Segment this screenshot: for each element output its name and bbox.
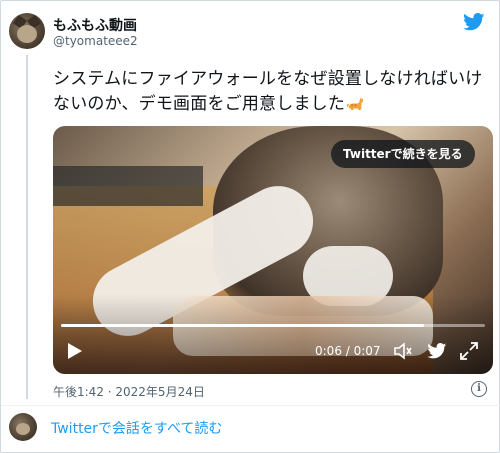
fullscreen-expand-icon[interactable] bbox=[459, 341, 479, 361]
play-icon[interactable] bbox=[65, 342, 83, 360]
author-handle[interactable]: @tyomateee2 bbox=[53, 34, 138, 48]
cat-emoji-icon bbox=[347, 97, 364, 111]
twitter-bird-icon[interactable] bbox=[427, 343, 447, 359]
divider bbox=[1, 405, 500, 406]
video-progress-fill bbox=[61, 324, 425, 327]
video-progress-bar[interactable] bbox=[61, 324, 485, 327]
watch-on-twitter-button[interactable]: Twitterで続きを見る bbox=[331, 140, 475, 168]
reply-avatar[interactable] bbox=[9, 413, 37, 441]
author-name[interactable]: もふもふ動画 bbox=[53, 15, 137, 35]
tweet-timestamp[interactable]: 午後1:42 · 2022年5月24日 bbox=[53, 383, 205, 400]
tweet-text: システムにファイアウォールをなぜ設置しなければいけないのか、デモ画面をご用意しま… bbox=[53, 67, 493, 117]
video-frame-lid bbox=[53, 166, 203, 206]
read-conversation-link[interactable]: Twitterで会話をすべて読む bbox=[51, 418, 222, 438]
video-time: 0:06 / 0:07 bbox=[315, 344, 381, 358]
author-avatar[interactable] bbox=[9, 13, 45, 49]
video-player[interactable]: Twitterで続きを見る 0:06 / 0:07 bbox=[53, 126, 493, 374]
info-icon[interactable]: i bbox=[471, 381, 487, 397]
tweet-body: システムにファイアウォールをなぜ設置しなければいけないのか、デモ画面をご用意しま… bbox=[53, 69, 483, 114]
twitter-bird-icon[interactable] bbox=[463, 13, 485, 31]
video-shade bbox=[53, 294, 493, 374]
volume-muted-icon[interactable] bbox=[393, 342, 413, 360]
tweet-card: もふもふ動画 @tyomateee2 システムにファイアウォールをなぜ設置しなけ… bbox=[0, 0, 500, 453]
thread-line bbox=[26, 55, 28, 399]
